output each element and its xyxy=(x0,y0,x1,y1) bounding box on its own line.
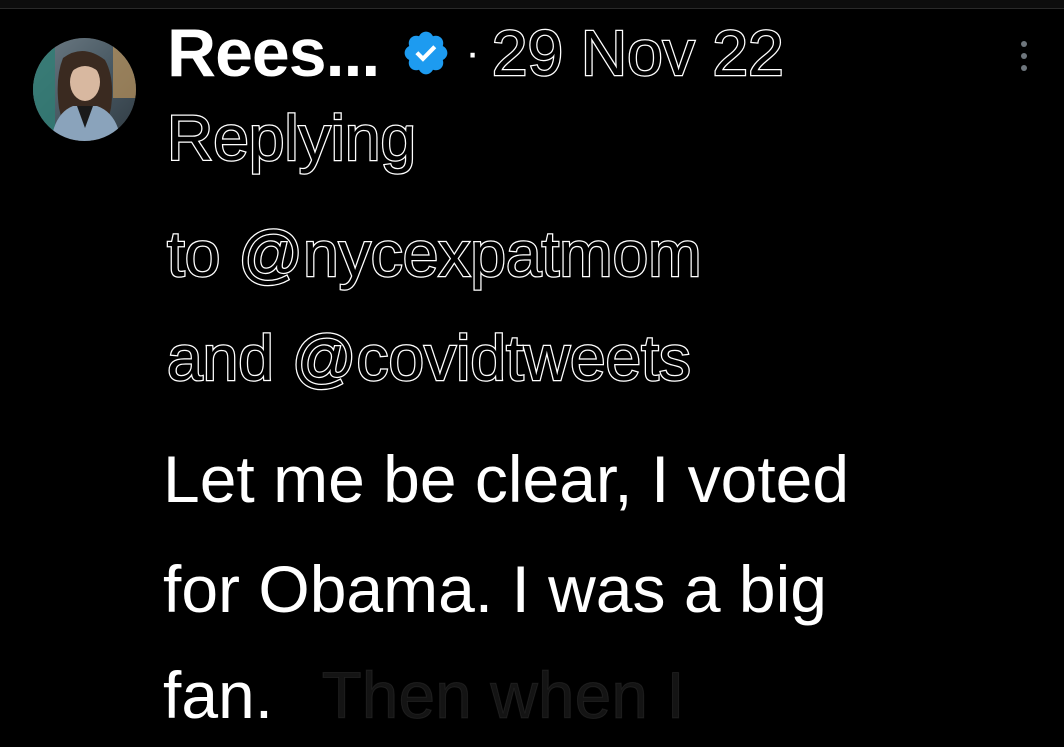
tweet-date[interactable]: 29 Nov 22 xyxy=(491,20,785,87)
tweet-body-last-line: fan. Then when I xyxy=(163,662,685,729)
tweet-body-line: for Obama. I was a big xyxy=(163,552,827,626)
reply-mention-nycexpatmom[interactable]: to @nycexpatmom xyxy=(166,221,703,288)
reply-mention-covidtweets[interactable]: and @covidtweets xyxy=(166,325,692,392)
more-options-icon[interactable] xyxy=(1014,38,1034,78)
avatar-image xyxy=(33,38,136,141)
tweet-body-faded-text: Then when I xyxy=(321,658,685,732)
top-divider xyxy=(0,0,1064,9)
display-name[interactable]: Rees... xyxy=(167,19,380,87)
replying-to-label: Replying xyxy=(166,102,418,174)
verified-badge-icon xyxy=(401,28,451,78)
tweet-body-line: Let me be clear, I voted xyxy=(163,442,850,516)
tweet-body-text: fan. xyxy=(163,658,274,732)
tweet-header: Rees... · 29 Nov 22 xyxy=(167,10,785,96)
separator-dot: · xyxy=(465,28,480,77)
avatar[interactable] xyxy=(33,38,136,141)
